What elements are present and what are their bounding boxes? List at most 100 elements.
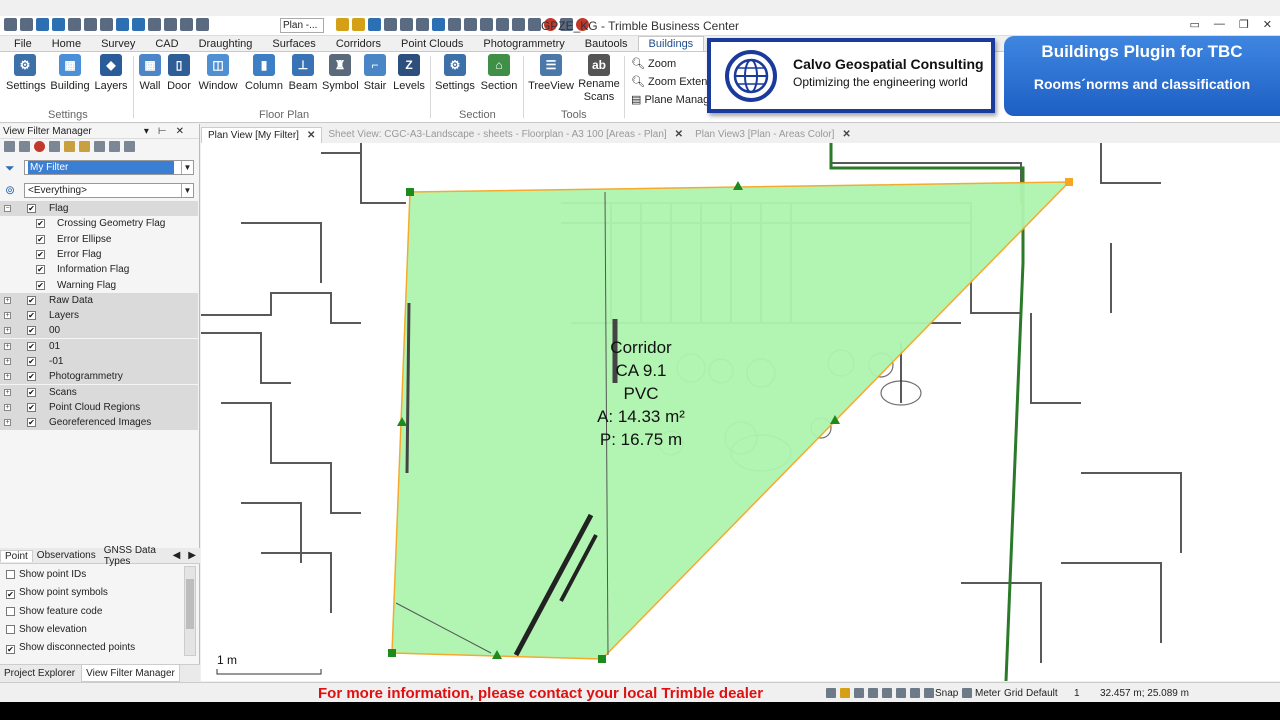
close-icon[interactable]: ✕ [307,130,315,141]
option-checkbox[interactable]: ✔ [6,645,15,655]
tab-draughting[interactable]: Draughting [189,37,263,51]
cross-icon[interactable] [528,18,541,31]
tree-checkbox[interactable]: ✔ [27,295,36,305]
snap-icon-2[interactable] [910,688,920,698]
layers-button[interactable]: ◆ Layers [94,54,128,92]
expand-icon[interactable]: + [4,373,11,381]
settings-icon[interactable] [84,18,97,31]
beam-button[interactable]: ⊥ Beam [288,54,318,92]
tabs-scroll-left-icon[interactable]: ◀ [169,550,185,561]
tab-observations[interactable]: Observations [33,550,100,561]
select-icon[interactable] [840,688,850,698]
plane-manager-button[interactable]: ▤ Plane Manager [631,93,719,106]
tools-icon[interactable] [512,18,525,31]
door-button[interactable]: ▯ Door [166,54,192,92]
tree-row[interactable]: + ✔ Layers [0,308,198,324]
tab-gnss-data-types[interactable]: GNSS Data Types [100,545,169,567]
frame-icon[interactable] [854,688,864,698]
tab-cad[interactable]: CAD [145,37,188,51]
tabs-scroll-right-icon[interactable]: ▶ [184,550,200,561]
pick-icon[interactable] [352,18,365,31]
tab-buildings[interactable]: Buildings [637,36,705,51]
zoom-in-icon[interactable] [116,18,129,31]
layers-icon[interactable] [164,18,177,31]
tab-point-clouds[interactable]: Point Clouds [391,37,473,51]
close-icon[interactable]: ✕ [176,126,193,137]
close-circle-icon[interactable] [576,18,589,31]
vertex-handle[interactable] [598,655,606,663]
options-scrollbar[interactable] [184,566,196,656]
zoom-extents-button[interactable]: 🔍︎ Zoom Extents [631,75,716,88]
option-row[interactable]: ✔ Show disconnected points [6,640,135,656]
section-settings-button[interactable]: ⚙ Settings [435,54,475,92]
window-icon[interactable] [480,18,493,31]
tree-checkbox[interactable]: ✔ [27,402,36,412]
expand-icon[interactable]: + [4,403,11,411]
doc-tab-plan-view[interactable]: Plan View [My Filter] ✕ [201,127,323,143]
expand-icon[interactable]: + [4,312,11,320]
tree-checkbox[interactable]: ✔ [27,311,36,321]
select-icon[interactable] [100,18,113,31]
settings-button[interactable]: ⚙ Settings [6,54,46,92]
room-polygon[interactable] [391,181,1071,660]
snap-toggle[interactable]: Snap [935,688,958,699]
tree-row[interactable]: + ✔ Photogrammetry [0,369,198,385]
measure-icon[interactable] [400,18,413,31]
expand-icon[interactable]: + [4,296,11,304]
tab-home[interactable]: Home [42,37,91,51]
option-row[interactable]: ✔ Show point symbols [6,585,108,601]
copy-icon[interactable] [464,18,477,31]
filter-select[interactable]: My Filter ▼ [24,160,194,175]
tree-row[interactable]: ✔ Error Flag [0,247,198,262]
record-icon[interactable] [544,18,557,31]
cube-dark-icon[interactable] [109,141,120,152]
section-button[interactable]: ⌂ Section [480,54,518,92]
tree-row[interactable]: + ✔ Raw Data [0,292,198,308]
compass-icon[interactable] [432,18,445,31]
globe-icon[interactable] [368,18,381,31]
grid-icon[interactable] [416,18,429,31]
view-combo[interactable]: Plan -... [280,18,324,33]
expand-icon[interactable]: + [4,327,11,335]
redo-icon[interactable] [20,18,33,31]
tree-row[interactable]: + ✔ 00 [0,323,198,339]
vertex-handle[interactable] [1065,178,1073,186]
eye-icon[interactable] [196,18,209,31]
text-icon[interactable] [19,141,30,152]
close-icon[interactable]: ✕ [675,129,683,140]
building-button[interactable]: ▦ Building [50,54,90,92]
collapse-icon[interactable]: − [4,205,11,212]
tab-project-explorer[interactable]: Project Explorer [0,665,79,682]
wall-button[interactable]: ▦ Wall [138,54,162,92]
levels-button[interactable]: Z Levels [392,54,426,92]
unit-toggle[interactable]: Meter [975,688,1001,699]
tree-checkbox[interactable]: ✔ [27,372,36,382]
tree-row[interactable]: + ✔ Georeferenced Images [0,415,198,431]
command-icon[interactable] [826,688,836,698]
tree-row[interactable]: + ✔ -01 [0,354,198,369]
cube-grey-icon[interactable] [94,141,105,152]
tree-checkbox[interactable]: ✔ [27,326,36,336]
midpoint-handle[interactable] [733,181,743,190]
tree-checkbox[interactable]: ✔ [27,418,36,428]
cube-icon[interactable] [64,141,75,152]
delete-icon[interactable] [34,141,45,152]
dropdown-icon[interactable]: ▾ [144,126,158,137]
tab-view-filter-manager[interactable]: View Filter Manager [81,665,180,682]
option-row[interactable]: Show point IDs [6,567,86,583]
new-icon[interactable] [36,18,49,31]
rename-scans-button[interactable]: ab Rename Scans [578,54,620,104]
option-checkbox[interactable] [6,624,15,634]
tree-row[interactable]: + ✔ 01 [0,338,198,354]
tree-checkbox[interactable]: ✔ [36,234,45,244]
expand-icon[interactable]: + [4,419,11,427]
filter-icon[interactable] [4,141,15,152]
scrollbar-thumb[interactable] [186,579,194,629]
stop-icon[interactable] [560,18,573,31]
tree-checkbox[interactable]: ✔ [27,341,36,351]
tree-checkbox[interactable]: ✔ [36,280,45,290]
tree-checkbox[interactable]: ✔ [36,219,45,229]
vertex-handle[interactable] [406,188,414,196]
pan-icon[interactable] [384,18,397,31]
option-checkbox[interactable] [6,606,15,616]
